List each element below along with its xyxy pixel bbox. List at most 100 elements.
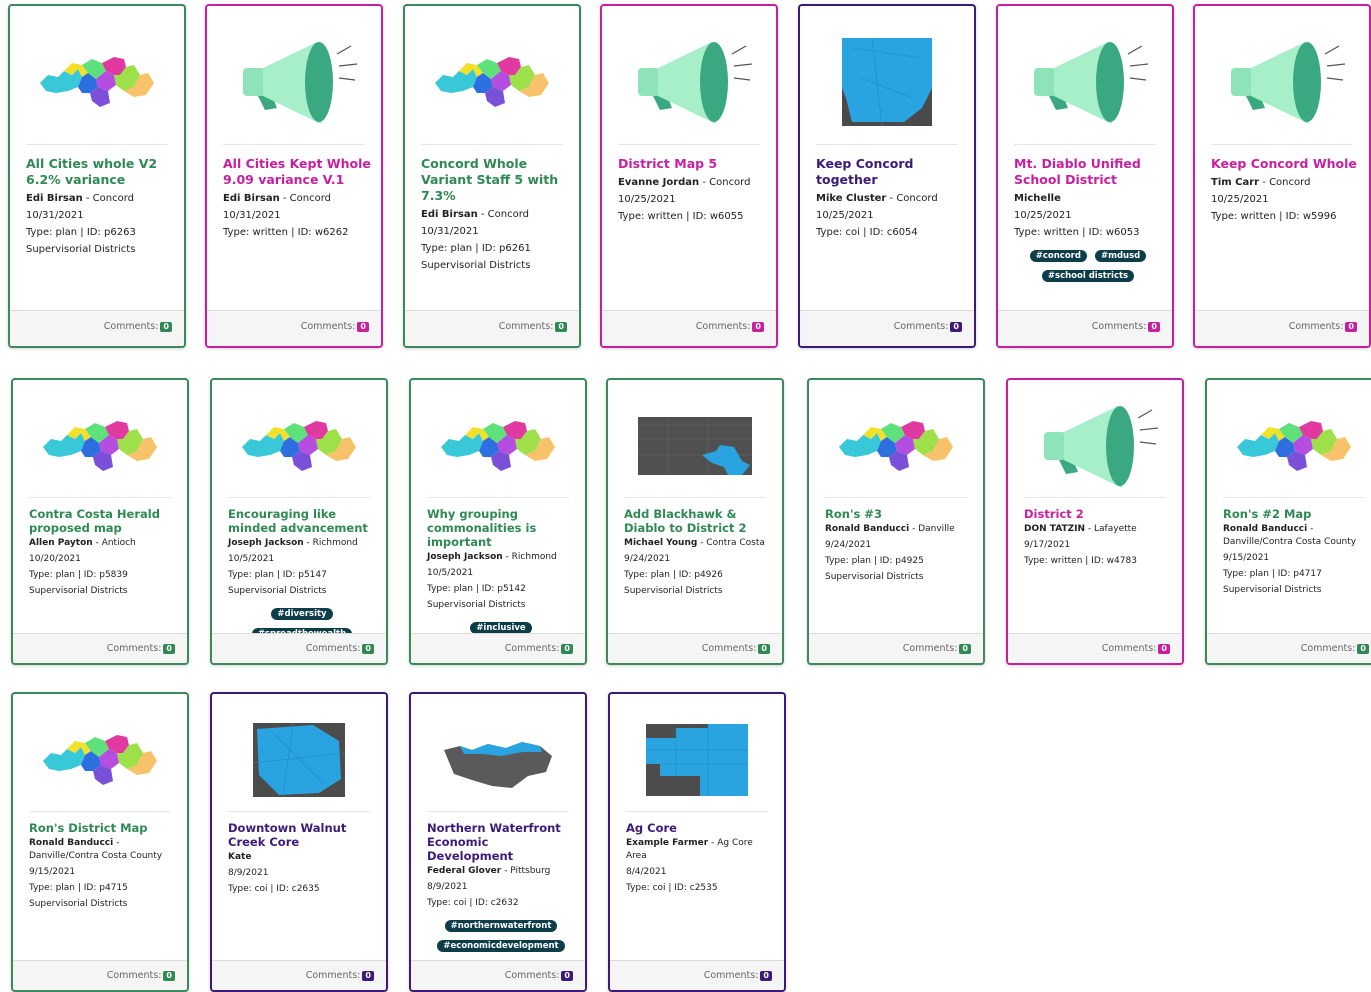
comments-count-badge[interactable]: 0: [959, 644, 971, 654]
comments-count-badge[interactable]: 0: [362, 644, 374, 654]
comments-count-badge[interactable]: 0: [752, 322, 764, 332]
comments-count-badge[interactable]: 0: [758, 644, 770, 654]
submission-card[interactable]: All Cities whole V2 6.2% variance Edi Bir…: [8, 4, 186, 348]
comments-count-badge[interactable]: 0: [950, 322, 962, 332]
card-thumbnail[interactable]: [816, 20, 958, 145]
tag-badge[interactable]: #concord: [1029, 250, 1087, 262]
card-thumbnail[interactable]: [26, 20, 168, 145]
comments-count-badge[interactable]: 0: [1345, 322, 1357, 332]
card-body: Northern Waterfront Economic Development…: [427, 821, 575, 973]
submission-card[interactable]: District Map 5 Evanne Jordan - Concord 10/…: [600, 4, 778, 348]
card-thumbnail[interactable]: [29, 394, 171, 498]
card-title[interactable]: Ron's #2 Map: [1223, 507, 1371, 521]
author-name: Mike Cluster: [816, 193, 887, 204]
card-thumbnail[interactable]: [228, 394, 370, 498]
card-title[interactable]: Ron's District Map: [29, 821, 177, 835]
submission-card[interactable]: Keep Concord together Mike Cluster - Conc…: [798, 4, 976, 348]
card-thumbnail[interactable]: [1024, 394, 1166, 498]
card-body: Ag Core Example Farmer - Ag Core Area 8/4/…: [626, 821, 774, 898]
card-byline: Michael Young - Contra Costa: [624, 537, 772, 550]
author-name: Edi Birsan: [26, 193, 83, 204]
card-thumbnail[interactable]: [228, 708, 370, 812]
card-title[interactable]: Keep Concord Whole: [1211, 156, 1359, 172]
card-body: District 2 DON TATZIN - Lafayette 9/17/202…: [1024, 507, 1172, 571]
card-thumbnail[interactable]: [1211, 20, 1353, 145]
card-body: Keep Concord Whole Tim Carr - Concord 10/2…: [1211, 156, 1359, 227]
comments-count-badge[interactable]: 0: [561, 644, 573, 654]
card-body: Why grouping commonalities is important J…: [427, 507, 575, 635]
submission-card[interactable]: Concord Whole Variant Staff 5 with 7.3% E…: [403, 4, 581, 348]
submission-card[interactable]: Mt. Diablo Unified School District Michel…: [996, 4, 1174, 348]
submission-card[interactable]: Northern Waterfront Economic Development…: [409, 692, 587, 992]
comments-count-badge[interactable]: 0: [362, 971, 374, 981]
comments-count-badge[interactable]: 0: [163, 971, 175, 981]
tag-badge[interactable]: #economicdevelopment: [437, 940, 565, 952]
card-title[interactable]: Keep Concord together: [816, 156, 964, 188]
comments-count-badge[interactable]: 0: [357, 322, 369, 332]
card-thumbnail[interactable]: [223, 20, 365, 145]
comments-count-badge[interactable]: 0: [160, 322, 172, 332]
card-title[interactable]: Mt. Diablo Unified School District: [1014, 156, 1162, 188]
card-type-id: Type: plan | ID: p5147: [228, 570, 327, 580]
submission-card[interactable]: Ron's District Map Ronald Banducci - Danv…: [11, 692, 189, 992]
card-title[interactable]: All Cities whole V2 6.2% variance: [26, 156, 174, 188]
card-plan-type: Supervisorial Districts: [624, 586, 723, 596]
tag-badge[interactable]: #school districts: [1041, 270, 1135, 282]
card-byline: Federal Glover - Pittsburg: [427, 865, 575, 878]
card-title[interactable]: Downtown Walnut Creek Core: [228, 821, 376, 849]
card-title[interactable]: Northern Waterfront Economic Development: [427, 821, 575, 863]
card-thumbnail[interactable]: [1014, 20, 1156, 145]
card-body: All Cities Kept Whole 9.09 variance V.1 E…: [223, 156, 371, 243]
card-footer: Comments: 0: [10, 310, 184, 346]
submission-card[interactable]: Ron's #3 Ronald Banducci - Danville 9/24/2…: [807, 378, 985, 665]
comments-label: Comments:: [504, 643, 560, 654]
submission-card[interactable]: Add Blackhawk & Diablo to District 2 Mich…: [606, 378, 784, 665]
submission-card[interactable]: Contra Costa Herald proposed map Allen Pa…: [11, 378, 189, 665]
submission-card[interactable]: Keep Concord Whole Tim Carr - Concord 10/2…: [1193, 4, 1371, 348]
tag-badge[interactable]: #diversity: [271, 608, 333, 620]
card-thumbnail[interactable]: [626, 708, 768, 812]
card-thumbnail[interactable]: [624, 394, 766, 498]
card-title[interactable]: Add Blackhawk & Diablo to District 2: [624, 507, 772, 535]
comments-count-badge[interactable]: 0: [1158, 644, 1170, 654]
card-title[interactable]: District 2: [1024, 507, 1172, 521]
comments-count-badge[interactable]: 0: [555, 322, 567, 332]
card-thumbnail[interactable]: [618, 20, 760, 145]
card-thumbnail[interactable]: [29, 708, 171, 812]
comments-count-badge[interactable]: 0: [163, 644, 175, 654]
submission-card[interactable]: Downtown Walnut Creek Core Kate 8/9/2021 Ty…: [210, 692, 388, 992]
card-thumbnail[interactable]: [421, 20, 563, 145]
card-body: Contra Costa Herald proposed map Allen Pa…: [29, 507, 177, 601]
card-title[interactable]: Encouraging like minded advancement: [228, 507, 376, 535]
byline-separator: -: [697, 538, 707, 548]
submission-card[interactable]: All Cities Kept Whole 9.09 variance V.1 E…: [205, 4, 383, 348]
tag-badge[interactable]: #northernwaterfront: [444, 920, 558, 932]
author-name: Kate: [228, 852, 252, 862]
submission-card[interactable]: Ag Core Example Farmer - Ag Core Area 8/4/…: [608, 692, 786, 992]
card-date: 9/24/2021: [825, 540, 872, 550]
card-title[interactable]: Contra Costa Herald proposed map: [29, 507, 177, 535]
submission-card[interactable]: Why grouping commonalities is important J…: [409, 378, 587, 665]
card-title[interactable]: Concord Whole Variant Staff 5 with 7.3%: [421, 156, 569, 204]
card-title[interactable]: Why grouping commonalities is important: [427, 507, 575, 549]
comments-count-badge[interactable]: 0: [1148, 322, 1160, 332]
card-body: Ron's District Map Ronald Banducci - Danv…: [29, 821, 177, 914]
card-title[interactable]: Ag Core: [626, 821, 774, 835]
submission-card[interactable]: Ron's #2 Map Ronald Banducci - Danville/C…: [1205, 378, 1371, 665]
card-byline: Ronald Banducci - Danville: [825, 523, 973, 536]
card-title[interactable]: Ron's #3: [825, 507, 973, 521]
card-title[interactable]: District Map 5: [618, 156, 766, 172]
comments-count-badge[interactable]: 0: [1357, 644, 1369, 654]
comments-count-badge[interactable]: 0: [561, 971, 573, 981]
card-thumbnail[interactable]: [427, 708, 569, 812]
submission-card[interactable]: District 2 DON TATZIN - Lafayette 9/17/202…: [1006, 378, 1184, 665]
card-thumbnail[interactable]: [427, 394, 569, 498]
comments-count-badge[interactable]: 0: [760, 971, 772, 981]
card-thumbnail[interactable]: [1223, 394, 1365, 498]
author-place: Richmond: [511, 552, 557, 562]
tag-badge[interactable]: #mdusd: [1094, 250, 1147, 262]
card-plan-type: Supervisorial Districts: [825, 572, 924, 582]
submission-card[interactable]: Encouraging like minded advancement Josep…: [210, 378, 388, 665]
card-thumbnail[interactable]: [825, 394, 967, 498]
card-title[interactable]: All Cities Kept Whole 9.09 variance V.1: [223, 156, 371, 188]
